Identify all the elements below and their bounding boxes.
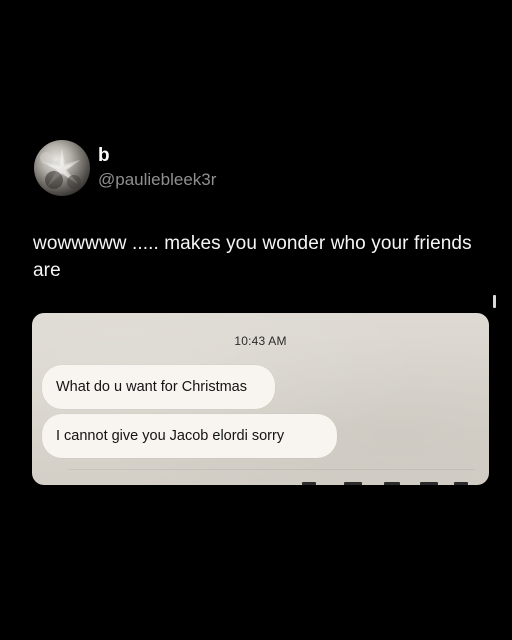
display-name[interactable]: b [98,145,216,167]
message-timestamp: 10:43 AM [234,334,287,348]
avatar-photo-icon [40,148,81,189]
message-screenshot[interactable]: 10:43 AM What do u want for Christmas I … [32,313,489,485]
scroll-indicator [493,295,496,308]
user-handle[interactable]: @pauliebleek3r [98,170,216,190]
divider [68,469,475,470]
author-names: b @pauliebleek3r [98,145,216,190]
message-bubble: What do u want for Christmas [42,365,275,409]
post-header: b @pauliebleek3r [34,140,216,196]
post-text: wowwwww ..... makes you wonder who your … [33,233,472,281]
message-bubble: I cannot give you Jacob elordi sorry [42,414,337,458]
avatar[interactable] [34,140,90,196]
cutoff-text-fragment [302,479,472,485]
